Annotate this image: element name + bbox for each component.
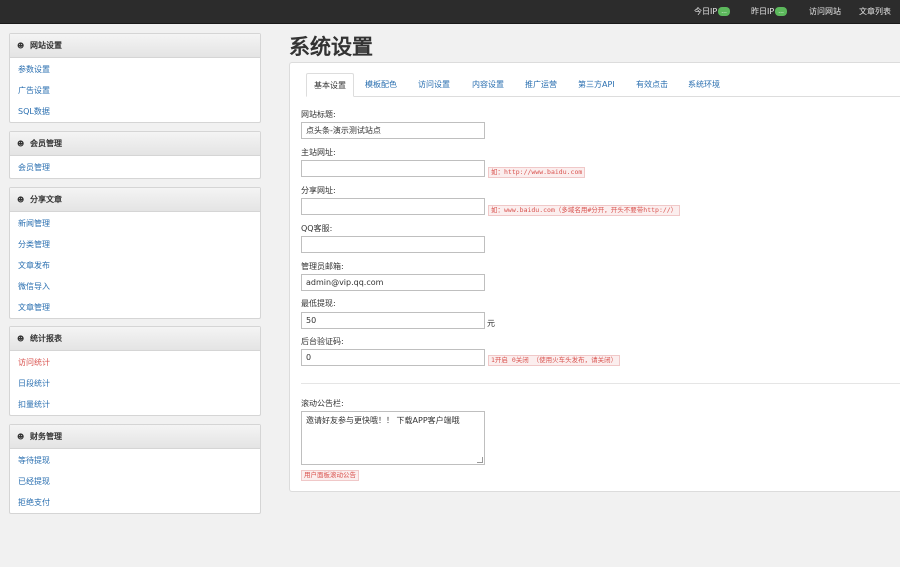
sidebar-section-title: 统计报表 [30, 334, 62, 343]
sidebar-section-site-settings: ☻ 网站设置 参数设置 广告设置 SQL数据 [9, 33, 261, 123]
sidebar-item-params[interactable]: 参数设置 [10, 59, 260, 80]
tab-access[interactable]: 访问设置 [418, 73, 450, 97]
sidebar-section-header[interactable]: ☻ 统计报表 [10, 327, 260, 351]
captcha-input[interactable]: 0 [301, 349, 485, 366]
sidebar-section-share-articles: ☻ 分享文章 新闻管理 分类管理 文章发布 微信导入 文章管理 [9, 187, 261, 319]
sidebar-section-header[interactable]: ☻ 网站设置 [10, 34, 260, 58]
section-divider [301, 383, 900, 384]
resize-handle-icon[interactable] [477, 457, 483, 463]
sidebar-item-article-manage[interactable]: 文章管理 [10, 297, 260, 318]
main-url-hint: 如：http://www.baidu.com [488, 167, 586, 178]
captcha-hint: 1开启 0关闭 （使用火车头发布，请关闭） [488, 355, 621, 366]
sidebar-item-deduct-stats[interactable]: 扣量统计 [10, 394, 260, 415]
users-icon: ☻ [17, 42, 25, 50]
notice-hint: 用户面板滚动公告 [301, 470, 359, 481]
sidebar-section-header[interactable]: ☻ 财务管理 [10, 425, 260, 449]
sidebar-section-title: 网站设置 [30, 41, 62, 50]
sidebar-item-daily-stats[interactable]: 日段统计 [10, 373, 260, 394]
notice-textarea[interactable]: 邀请好友参与更快哦！！ 下载APP客户端哦 [301, 411, 485, 465]
settings-card: 基本设置 模板配色 访问设置 内容设置 推广运营 第三方API 有效点击 系统环… [289, 62, 900, 492]
top-bar: 今日IP... 昨日IP... 访问网站 文章列表 [0, 0, 900, 24]
sidebar-item-news[interactable]: 新闻管理 [10, 213, 260, 234]
tab-third-party-api[interactable]: 第三方API [578, 73, 615, 97]
tab-system-env[interactable]: 系统环境 [688, 73, 720, 97]
users-icon: ☻ [17, 196, 25, 204]
sidebar-section-stats: ☻ 统计报表 访问统计 日段统计 扣量统计 [9, 326, 261, 416]
sidebar-section-title: 会员管理 [30, 139, 62, 148]
min-withdraw-label: 最低提现: [301, 299, 336, 308]
visit-site-link[interactable]: 访问网站 [809, 0, 841, 24]
share-url-hint: 如：www.baidu.com（多域名用#分开，开头不要带http://） [488, 205, 681, 216]
sidebar-item-sql[interactable]: SQL数据 [10, 101, 260, 122]
yesterday-ip-stat[interactable]: 昨日IP... [751, 0, 787, 24]
share-url-label: 分享网址: [301, 186, 336, 195]
sidebar-item-pending-withdraw[interactable]: 等待提现 [10, 450, 260, 471]
admin-email-input[interactable]: admin@vip.qq.com [301, 274, 485, 291]
tab-basic[interactable]: 基本设置 [306, 73, 354, 97]
main-url-input[interactable] [301, 160, 485, 177]
sidebar-section-members: ☻ 会员管理 会员管理 [9, 131, 261, 179]
tab-content[interactable]: 内容设置 [472, 73, 504, 97]
min-withdraw-unit: 元 [487, 319, 495, 328]
notice-label: 滚动公告栏: [301, 399, 344, 408]
captcha-label: 后台验证码: [301, 337, 344, 346]
sidebar-section-title: 财务管理 [30, 432, 62, 441]
site-title-input[interactable]: 点头条-演示测试站点 [301, 122, 485, 139]
main-url-label: 主站网址: [301, 148, 336, 157]
sidebar-item-publish[interactable]: 文章发布 [10, 255, 260, 276]
today-ip-badge: ... [718, 7, 730, 16]
settings-tabs: 基本设置 模板配色 访问设置 内容设置 推广运营 第三方API 有效点击 系统环… [306, 73, 900, 97]
page-title: 系统设置 [289, 35, 373, 59]
tab-template-colors[interactable]: 模板配色 [365, 73, 397, 97]
article-list-link[interactable]: 文章列表 [859, 0, 891, 24]
sidebar-section-header[interactable]: ☻ 分享文章 [10, 188, 260, 212]
users-icon: ☻ [17, 140, 25, 148]
tab-valid-clicks[interactable]: 有效点击 [636, 73, 668, 97]
notice-text: 邀请好友参与更快哦！！ 下载APP客户端哦 [306, 416, 460, 425]
sidebar-item-ads[interactable]: 广告设置 [10, 80, 260, 101]
tab-promotion[interactable]: 推广运营 [525, 73, 557, 97]
users-icon: ☻ [17, 335, 25, 343]
qq-service-label: QQ客服: [301, 224, 333, 233]
share-url-input[interactable] [301, 198, 485, 215]
users-icon: ☻ [17, 433, 25, 441]
yesterday-ip-label: 昨日IP [751, 7, 775, 16]
today-ip-label: 今日IP [694, 7, 718, 16]
yesterday-ip-badge: ... [775, 7, 787, 16]
sidebar-item-visit-stats[interactable]: 访问统计 [10, 352, 260, 373]
sidebar-item-wechat-import[interactable]: 微信导入 [10, 276, 260, 297]
site-title-label: 网站标题: [301, 110, 336, 119]
sidebar-section-finance: ☻ 财务管理 等待提现 已经提现 拒绝支付 [9, 424, 261, 514]
admin-email-label: 管理员邮箱: [301, 262, 344, 271]
sidebar-item-rejected[interactable]: 拒绝支付 [10, 492, 260, 513]
sidebar-section-title: 分享文章 [30, 195, 62, 204]
sidebar-item-categories[interactable]: 分类管理 [10, 234, 260, 255]
qq-service-input[interactable] [301, 236, 485, 253]
today-ip-stat[interactable]: 今日IP... [694, 0, 730, 24]
min-withdraw-input[interactable]: 50 [301, 312, 485, 329]
sidebar-item-withdrawn[interactable]: 已经提现 [10, 471, 260, 492]
sidebar-section-header[interactable]: ☻ 会员管理 [10, 132, 260, 156]
sidebar-item-member-manage[interactable]: 会员管理 [10, 157, 260, 178]
